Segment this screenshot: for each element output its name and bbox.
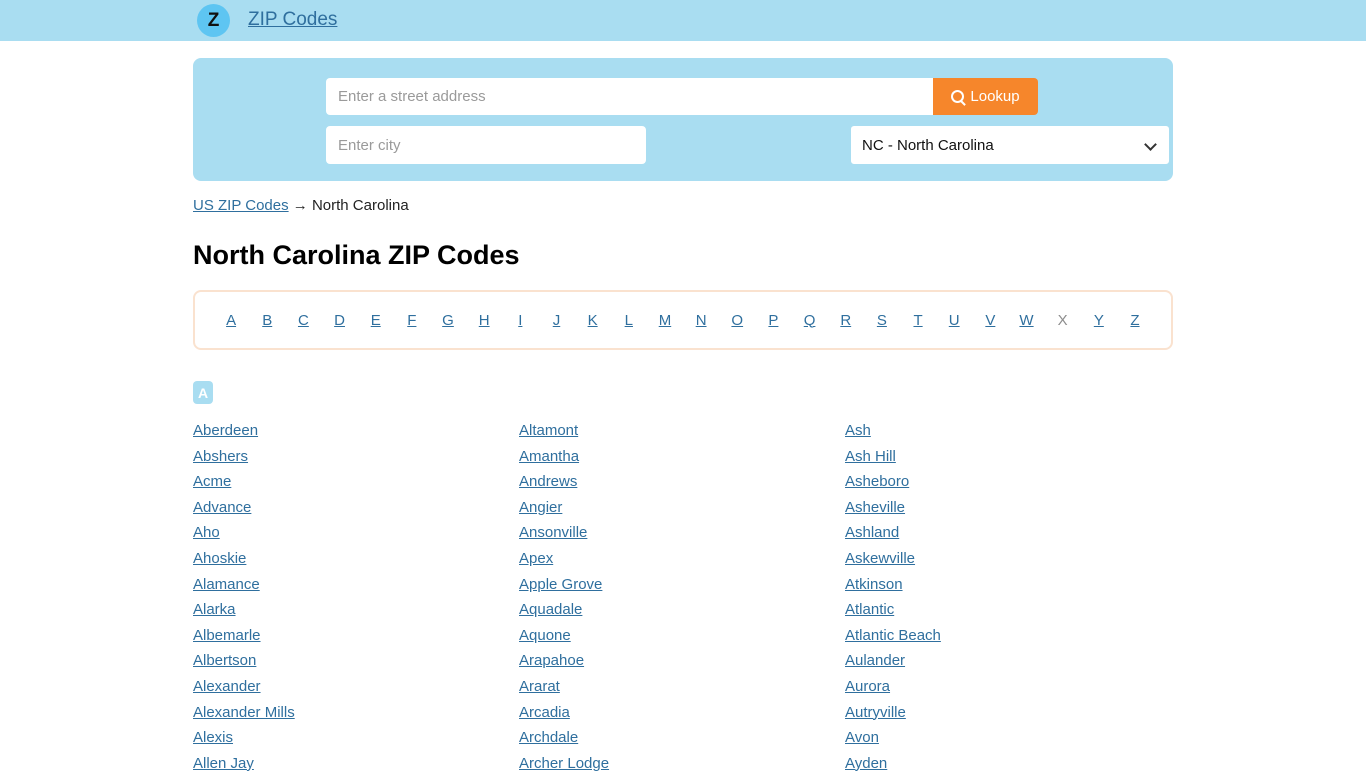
alphabet-link-q[interactable]: Q [792, 312, 828, 329]
city-link[interactable]: Atlantic [845, 597, 1171, 623]
city-link[interactable]: Angier [519, 495, 845, 521]
city-link[interactable]: Ash Hill [845, 444, 1171, 470]
city-link[interactable]: Asheville [845, 495, 1171, 521]
city-link[interactable]: Avon [845, 725, 1171, 751]
city-link[interactable]: Aquone [519, 623, 845, 649]
alphabet-link-m[interactable]: M [647, 312, 683, 329]
city-column: Aberdeen Abshers Acme Advance Aho Ahoskie Alam… [193, 418, 519, 776]
address-search-row: Lookup [326, 78, 1038, 115]
alphabet-link-v[interactable]: V [972, 312, 1008, 329]
city-link[interactable]: Albertson [193, 648, 519, 674]
city-link[interactable]: Altamont [519, 418, 845, 444]
city-link[interactable]: Albemarle [193, 623, 519, 649]
alphabet-link-d[interactable]: D [321, 312, 357, 329]
alphabet-link-z[interactable]: Z [1117, 312, 1153, 329]
city-link[interactable]: Apex [519, 546, 845, 572]
alphabet-link-j[interactable]: J [538, 312, 574, 329]
city-link[interactable]: Ayden [845, 751, 1171, 776]
city-column: Altamont Amantha Andrews Angier Ansonville Ap… [519, 418, 845, 776]
brand-link[interactable]: ZIP Codes [248, 9, 337, 31]
city-link[interactable]: Alexis [193, 725, 519, 751]
city-link[interactable]: Ash [845, 418, 1171, 444]
alphabet-link-f[interactable]: F [394, 312, 430, 329]
city-link[interactable]: Aho [193, 520, 519, 546]
breadcrumb-current: North Carolina [311, 197, 409, 214]
city-link[interactable]: Alexander [193, 674, 519, 700]
alphabet-link-k[interactable]: K [575, 312, 611, 329]
alphabet-link-p[interactable]: P [755, 312, 791, 329]
city-link[interactable]: Andrews [519, 469, 845, 495]
city-link[interactable]: Atkinson [845, 572, 1171, 598]
city-link[interactable]: Apple Grove [519, 572, 845, 598]
city-link[interactable]: Asheboro [845, 469, 1171, 495]
alphabet-link-y[interactable]: Y [1081, 312, 1117, 329]
alphabet-link-n[interactable]: N [683, 312, 719, 329]
alphabet-link-o[interactable]: O [719, 312, 755, 329]
alphabet-link-i[interactable]: I [502, 312, 538, 329]
state-select-wrapper: NC - North Carolina [851, 126, 1169, 164]
city-input[interactable] [326, 126, 646, 164]
city-link[interactable]: Alexander Mills [193, 700, 519, 726]
search-icon [951, 90, 965, 103]
breadcrumb-arrow-icon: → [292, 197, 308, 214]
city-link[interactable]: Allen Jay [193, 751, 519, 776]
page-title: North Carolina ZIP Codes [193, 240, 520, 270]
city-list: Aberdeen Abshers Acme Advance Aho Ahoskie Alam… [193, 418, 1173, 776]
city-link[interactable]: Aberdeen [193, 418, 519, 444]
city-link[interactable]: Aurora [845, 674, 1171, 700]
state-select[interactable]: NC - North Carolina [851, 126, 1169, 164]
city-link[interactable]: Acme [193, 469, 519, 495]
city-link[interactable]: Ararat [519, 674, 845, 700]
breadcrumb: US ZIP Codes → North Carolina [193, 197, 409, 214]
alphabet-link-c[interactable]: C [285, 312, 321, 329]
city-link[interactable]: Aquadale [519, 597, 845, 623]
city-link[interactable]: Ansonville [519, 520, 845, 546]
alphabet-link-h[interactable]: H [466, 312, 502, 329]
city-state-row: NC - North Carolina [326, 126, 1169, 164]
city-link[interactable]: Aulander [845, 648, 1171, 674]
street-address-input[interactable] [326, 78, 933, 115]
site-header: Z ZIP Codes [0, 0, 1366, 41]
city-link[interactable]: Alarka [193, 597, 519, 623]
city-link[interactable]: Atlantic Beach [845, 623, 1171, 649]
city-link[interactable]: Autryville [845, 700, 1171, 726]
breadcrumb-link-us-zip-codes[interactable]: US ZIP Codes [193, 197, 289, 214]
city-link[interactable]: Abshers [193, 444, 519, 470]
alphabet-link-t[interactable]: T [900, 312, 936, 329]
alphabet-link-g[interactable]: G [430, 312, 466, 329]
city-link[interactable]: Askewville [845, 546, 1171, 572]
alphabet-nav-inner: ABCDEFGHIJKLMNOPQRSTUVWXYZ [195, 312, 1171, 329]
section-letter-badge: A [193, 381, 213, 404]
city-link[interactable]: Arcadia [519, 700, 845, 726]
alphabet-link-w[interactable]: W [1008, 312, 1044, 329]
alphabet-nav: ABCDEFGHIJKLMNOPQRSTUVWXYZ [193, 290, 1173, 350]
city-link[interactable]: Archer Lodge [519, 751, 845, 776]
alphabet-link-e[interactable]: E [358, 312, 394, 329]
alphabet-link-a[interactable]: A [213, 312, 249, 329]
city-column: Ash Ash Hill Asheboro Asheville Ashland Askew… [845, 418, 1171, 776]
alphabet-link-u[interactable]: U [936, 312, 972, 329]
city-link[interactable]: Archdale [519, 725, 845, 751]
zip-logo-icon: Z [197, 4, 230, 37]
city-link[interactable]: Alamance [193, 572, 519, 598]
alphabet-link-r[interactable]: R [828, 312, 864, 329]
city-link[interactable]: Amantha [519, 444, 845, 470]
city-link[interactable]: Ahoskie [193, 546, 519, 572]
city-link[interactable]: Ashland [845, 520, 1171, 546]
lookup-button-label: Lookup [970, 88, 1020, 105]
alphabet-link-l[interactable]: L [611, 312, 647, 329]
city-link[interactable]: Advance [193, 495, 519, 521]
search-panel: Lookup NC - North Carolina [193, 58, 1173, 181]
city-link[interactable]: Arapahoe [519, 648, 845, 674]
alphabet-link-s[interactable]: S [864, 312, 900, 329]
alphabet-link-x: X [1057, 311, 1068, 329]
alphabet-link-b[interactable]: B [249, 312, 285, 329]
lookup-button[interactable]: Lookup [933, 78, 1038, 115]
